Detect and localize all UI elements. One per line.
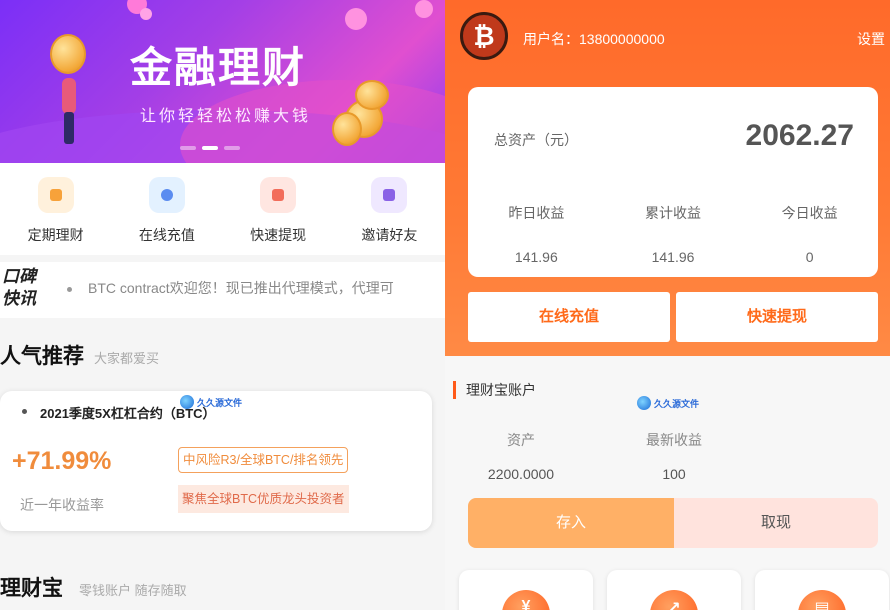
username: 用户名：13800000000 bbox=[523, 31, 665, 47]
asset-card: 总资产（元） 2062.27 昨日收益 141.96 累计收益 141.96 今… bbox=[468, 87, 878, 277]
calendar-money-icon bbox=[37, 177, 74, 213]
banner-dot[interactable] bbox=[224, 146, 240, 150]
quick-menu-label: 邀请好友 bbox=[361, 227, 418, 243]
watermark-text: 久久源文件 bbox=[654, 398, 700, 409]
watermark-logo-icon bbox=[637, 396, 651, 410]
popular-section-header: 人气推荐 大家都爱买 bbox=[0, 340, 159, 370]
bitcoin-logo-icon: ₿ bbox=[460, 12, 508, 60]
stat-today: 今日收益 0 bbox=[741, 203, 878, 265]
coin-stack-icon bbox=[332, 112, 362, 146]
banner-bubble bbox=[415, 0, 433, 18]
product-rate-label: 近一年收益率 bbox=[20, 497, 104, 513]
quick-menu-recharge[interactable]: 在线充值 bbox=[111, 163, 222, 255]
coin-yuan-icon: ¥ bbox=[502, 590, 550, 610]
wallet-account-title: 理财宝账户 bbox=[466, 382, 536, 398]
quick-menu: 定期理财 在线充值 快速提现 邀请好友 bbox=[0, 163, 445, 255]
stat-yesterday: 昨日收益 141.96 bbox=[468, 203, 605, 265]
home-screen: 金融理财 让你轻轻松松赚大钱 定期理财 在线充值 快速提现 邀请好友 口碑 快讯 bbox=[0, 0, 445, 610]
cash-out-button[interactable]: 取现 bbox=[674, 498, 878, 548]
total-assets-value: 2062.27 bbox=[745, 119, 854, 152]
focus-tag: 聚焦全球BTC优质龙头投资者 bbox=[178, 485, 349, 513]
banner-pagination bbox=[180, 146, 240, 150]
section-marker bbox=[453, 381, 456, 399]
banner-dot[interactable] bbox=[180, 146, 196, 150]
section-subtitle: 大家都爱买 bbox=[94, 351, 160, 366]
banner-bubble bbox=[140, 8, 152, 20]
stat-label: 今日收益 bbox=[781, 205, 838, 221]
banner-title: 金融理财 bbox=[130, 43, 307, 92]
withdraw-doc-icon bbox=[260, 177, 297, 213]
wallet-earning-label: 最新收益 bbox=[646, 432, 702, 448]
wallet-asset: 资产 2200.0000 bbox=[451, 430, 591, 482]
wallet-asset-label: 资产 bbox=[507, 432, 535, 448]
news-ticker[interactable]: 口碑 快讯 BTC contract欢迎您！现已推出代理模式，代理可 bbox=[0, 262, 445, 318]
watermark-text: 久久源文件 bbox=[197, 397, 243, 408]
person-illustration bbox=[62, 78, 76, 114]
stat-label: 累计收益 bbox=[645, 205, 701, 221]
withdraw-button[interactable]: 快速提现 bbox=[676, 292, 878, 342]
risk-tag: 中风险R3/全球BTC/排名领先 bbox=[178, 447, 349, 473]
section-title: 理财宝 bbox=[0, 577, 63, 600]
account-screen: ₿ 用户名：13800000000 设置 总资产（元） 2062.27 昨日收益… bbox=[445, 0, 890, 610]
quick-menu-withdraw[interactable]: 快速提现 bbox=[223, 163, 334, 255]
total-assets-label: 总资产（元） bbox=[494, 132, 578, 148]
section-title: 人气推荐 bbox=[0, 345, 84, 368]
wallet-earning: 最新收益 100 bbox=[604, 430, 744, 482]
stat-cumulative: 累计收益 141.96 bbox=[605, 203, 742, 265]
watermark: 久久源文件 bbox=[637, 396, 699, 410]
news-logo-line: 快讯 bbox=[2, 289, 36, 308]
watermark-logo-icon bbox=[180, 395, 194, 409]
user-recharge-icon bbox=[148, 177, 185, 213]
quick-menu-label: 在线充值 bbox=[138, 227, 195, 243]
quick-menu-invite[interactable]: 邀请好友 bbox=[334, 163, 445, 255]
bullet-dot bbox=[22, 409, 27, 414]
settings-link[interactable]: 设置 bbox=[857, 29, 885, 49]
wallet-asset-value: 2200.0000 bbox=[487, 466, 555, 482]
product-card[interactable]: 2021季度5X杠杠合约（BTC） 久久源文件 +71.99% 近一年收益率 中… bbox=[0, 391, 432, 531]
document-icon: ▤ bbox=[798, 590, 846, 610]
product-rate: +71.99% bbox=[12, 447, 112, 475]
watermark: 久久源文件 bbox=[180, 395, 242, 409]
news-logo: 口碑 快讯 bbox=[2, 266, 36, 310]
trend-up-icon: ↗ bbox=[650, 590, 698, 610]
quick-menu-label: 定期理财 bbox=[27, 227, 84, 243]
feature-card[interactable]: ¥ bbox=[459, 570, 593, 610]
news-text: BTC contract欢迎您！现已推出代理模式，代理可 bbox=[88, 280, 394, 296]
invite-wallet-icon bbox=[371, 177, 408, 213]
person-illustration bbox=[64, 112, 74, 144]
stat-value: 141.96 bbox=[651, 249, 695, 265]
wallet-earning-value: 100 bbox=[662, 466, 686, 482]
earnings-stats: 昨日收益 141.96 累计收益 141.96 今日收益 0 bbox=[468, 203, 878, 265]
banner-subtitle: 让你轻轻松松赚大钱 bbox=[140, 108, 312, 125]
feature-card[interactable]: ↗ bbox=[607, 570, 741, 610]
stat-value: 141.96 bbox=[514, 249, 558, 265]
feature-card[interactable]: ▤ bbox=[755, 570, 889, 610]
section-subtitle: 零钱账户 随存随取 bbox=[79, 583, 187, 598]
coin-stack-icon bbox=[355, 80, 389, 110]
wallet-section-header: 理财宝 零钱账户 随存随取 bbox=[0, 572, 187, 602]
quick-menu-fixed-finance[interactable]: 定期理财 bbox=[0, 163, 111, 255]
banner-dot-active[interactable] bbox=[202, 146, 218, 150]
account-header: ₿ 用户名：13800000000 设置 总资产（元） 2062.27 昨日收益… bbox=[445, 0, 890, 356]
bullet-dot bbox=[67, 287, 72, 292]
recharge-button[interactable]: 在线充值 bbox=[468, 292, 670, 342]
stat-value: 0 bbox=[805, 249, 814, 265]
stat-label: 昨日收益 bbox=[508, 205, 565, 221]
promo-banner[interactable]: 金融理财 让你轻轻松松赚大钱 bbox=[0, 0, 445, 163]
news-logo-line: 口碑 bbox=[2, 267, 36, 286]
banner-bubble bbox=[345, 8, 367, 30]
quick-menu-label: 快速提现 bbox=[250, 227, 307, 243]
wallet-account-header: 理财宝账户 bbox=[453, 380, 536, 400]
coin-icon bbox=[50, 34, 86, 74]
deposit-button[interactable]: 存入 bbox=[468, 498, 674, 548]
